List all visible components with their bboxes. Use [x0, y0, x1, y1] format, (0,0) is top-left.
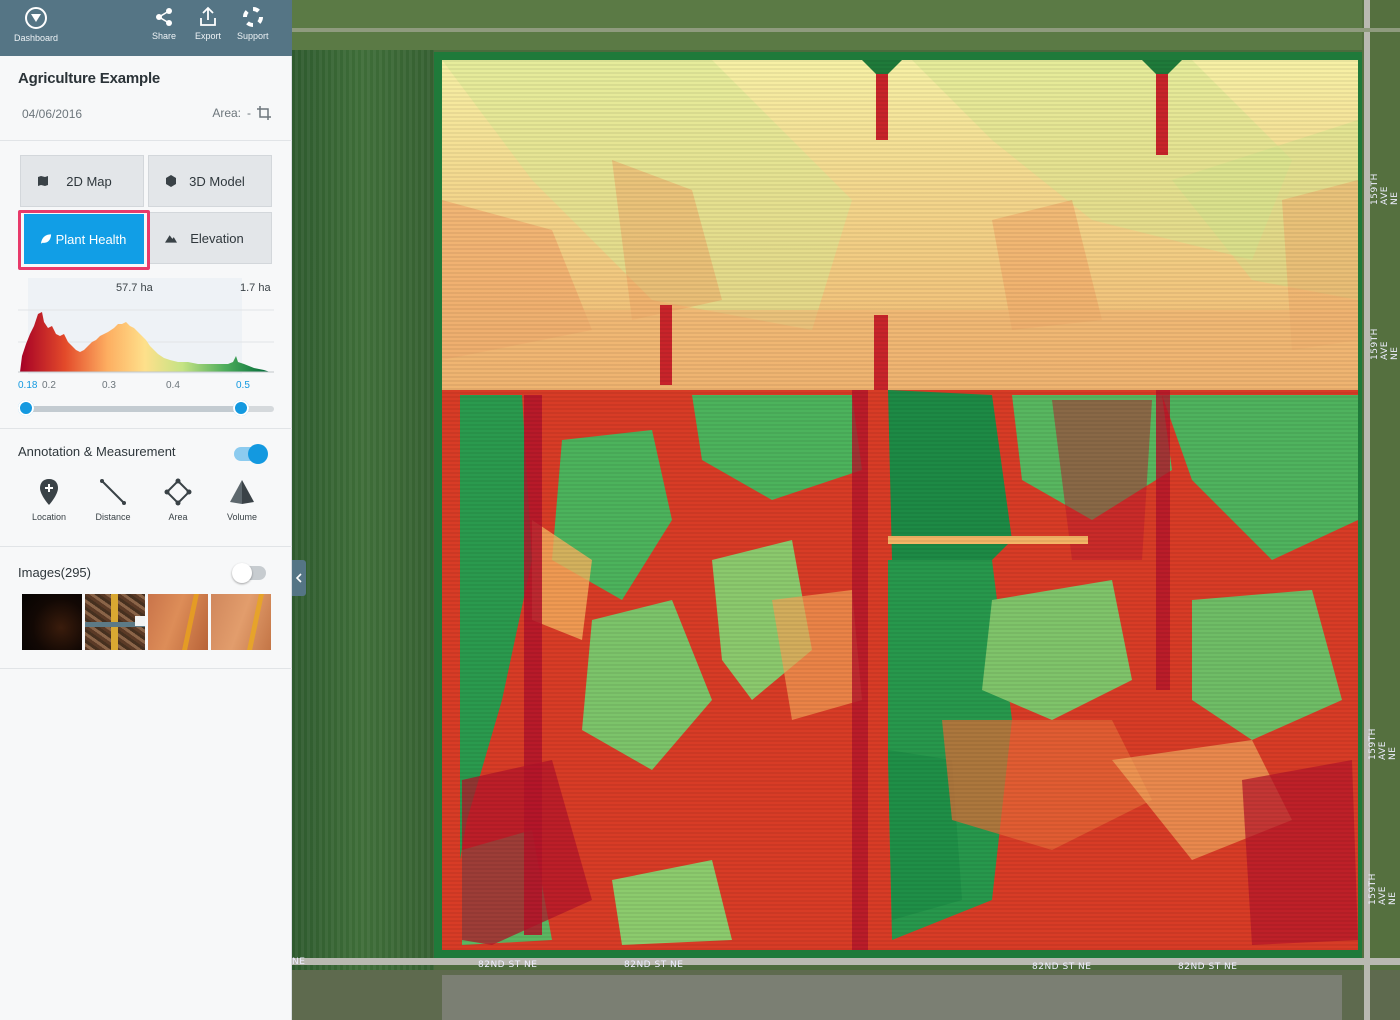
image-thumbnail[interactable] — [148, 594, 208, 650]
mountain-icon — [165, 232, 177, 244]
mode-2d-map-button[interactable]: 2D Map — [20, 155, 144, 207]
export-icon — [200, 6, 216, 26]
histogram-tick: 0.3 — [102, 380, 116, 391]
road-label: 159TH AVE NE — [1370, 328, 1400, 360]
dashboard-icon — [25, 7, 48, 29]
pyramid-icon — [230, 480, 254, 504]
area-indicator: Area: - — [212, 106, 271, 120]
distance-tool[interactable]: Distance — [85, 478, 141, 522]
road-label: 82ND ST NE — [1178, 962, 1238, 972]
toggle-knob — [232, 563, 252, 583]
divider — [0, 546, 292, 547]
road-label: 82ND ST NE — [478, 960, 538, 970]
mode-plant-health-button[interactable]: Plant Health — [24, 214, 144, 264]
range-slider-max-handle[interactable] — [233, 400, 249, 416]
share-button[interactable]: Share — [152, 6, 176, 41]
ndvi-histogram: 57.7 ha 1.7 ha 0.18 0.2 0.3 0.4 0.5 — [18, 276, 274, 424]
histogram-min-value: 0.18 — [18, 380, 38, 391]
road-label: 82ND ST NE — [624, 960, 684, 970]
collapse-sidebar-button[interactable] — [292, 560, 306, 596]
area-tool[interactable]: Area — [150, 478, 206, 522]
divider — [0, 668, 292, 669]
histogram-tick: 0.4 — [166, 380, 180, 391]
area-label: Area: — [212, 106, 241, 120]
top-toolbar: Dashboard Share Export Support — [0, 0, 292, 56]
crop-icon[interactable] — [257, 106, 271, 120]
share-icon — [156, 8, 173, 26]
map-viewport[interactable]: 82ND ST NE 82ND ST NE 82ND ST NE 82ND ST… — [292, 0, 1400, 1020]
ruler-line-icon — [100, 479, 126, 505]
road-label: 159TH AVE NE — [1370, 173, 1400, 205]
dashboard-button[interactable]: Dashboard — [14, 6, 58, 43]
image-thumbnail[interactable] — [85, 594, 145, 650]
location-tool[interactable]: Location — [21, 478, 77, 522]
range-slider-selected — [26, 406, 240, 412]
images-section-title: Images(295) — [18, 565, 91, 580]
area-value: - — [247, 106, 251, 120]
project-date: 04/06/2016 — [22, 107, 83, 121]
road-label: 82ND ST NE — [1032, 962, 1092, 972]
range-slider-min-handle[interactable] — [18, 400, 34, 416]
histogram-tick: 0.5 — [236, 380, 250, 391]
leaf-icon — [40, 233, 52, 245]
export-button[interactable]: Export — [195, 6, 221, 41]
histogram-tick: 0.2 — [42, 380, 56, 391]
road-label: NE — [292, 957, 306, 967]
plant-health-map — [292, 0, 1400, 1020]
histogram-plot — [18, 309, 274, 373]
polygon-icon — [164, 478, 192, 506]
chevron-left-icon — [295, 573, 302, 583]
road-label: 159TH AVE NE — [1368, 873, 1398, 905]
support-button[interactable]: Support — [237, 6, 269, 41]
images-toggle[interactable] — [232, 563, 266, 583]
volume-tool[interactable]: Volume — [214, 478, 270, 522]
toggle-knob — [248, 444, 268, 464]
annotation-toggle[interactable] — [234, 444, 268, 464]
location-pin-icon — [40, 479, 58, 505]
mode-3d-model-button[interactable]: 3D Model — [148, 155, 272, 207]
annotation-section-title: Annotation & Measurement — [18, 444, 176, 459]
road-label: 159TH AVE NE — [1368, 728, 1398, 760]
project-title: Agriculture Example — [18, 70, 161, 87]
lifebuoy-icon — [242, 7, 263, 27]
image-thumbnail[interactable] — [211, 594, 271, 650]
mode-elevation-button[interactable]: Elevation — [148, 212, 272, 264]
cube-icon — [165, 175, 177, 187]
image-thumbnail[interactable] — [22, 594, 82, 650]
map-icon — [37, 175, 49, 187]
sidebar: Dashboard Share Export Support Agricultu… — [0, 0, 292, 1020]
divider — [0, 140, 292, 141]
divider — [0, 428, 292, 429]
